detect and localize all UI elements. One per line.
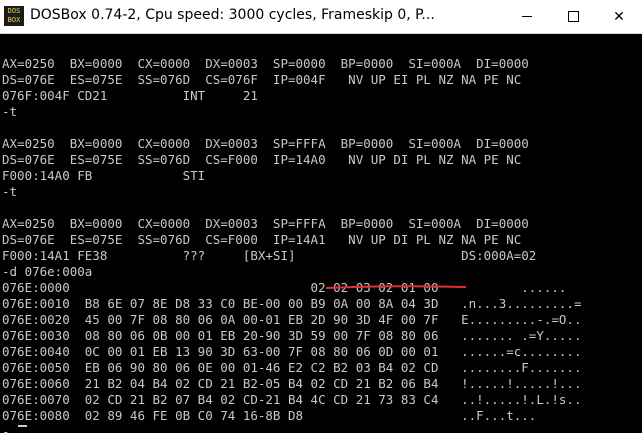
- console-line: 076E:0030 08 80 06 0B 00 01 EB 20-90 3D …: [2, 328, 582, 343]
- console-line: -: [2, 424, 10, 433]
- red-underline-annotation: [326, 285, 466, 289]
- console-line: 076E:0000 02 02 03 02 01 00 ......: [2, 280, 567, 295]
- console-line: 076E:0020 45 00 7F 08 80 06 0A 00-01 EB …: [2, 312, 582, 327]
- console-line: 076E:0010 B8 6E 07 8E D8 33 C0 BE-00 00 …: [2, 296, 582, 311]
- console-line: DS=076E ES=075E SS=076D CS=F000 IP=14A0 …: [2, 152, 522, 167]
- minimize-button[interactable]: [504, 0, 550, 33]
- maximize-button[interactable]: [550, 0, 596, 33]
- console-line: AX=0250 BX=0000 CX=0000 DX=0003 SP=0000 …: [2, 56, 529, 71]
- maximize-icon: [567, 11, 579, 22]
- console-line: -d 076e:000a: [2, 264, 93, 279]
- close-icon: ✕: [613, 8, 625, 25]
- console-line: 076E:0060 21 B2 04 B4 02 CD 21 B2-05 B4 …: [2, 376, 582, 391]
- window-title: DOSBox 0.74-2, Cpu speed: 3000 cycles, F…: [30, 7, 435, 23]
- title-bar[interactable]: DOS BOX DOSBox 0.74-2, Cpu speed: 3000 c…: [0, 0, 642, 34]
- console-line: 076F:004F CD21 INT 21: [2, 88, 258, 103]
- console-line: DS=076E ES=075E SS=076D CS=076F IP=004F …: [2, 72, 522, 87]
- console-line: -t: [2, 184, 18, 199]
- console-line: AX=0250 BX=0000 CX=0000 DX=0003 SP=FFFA …: [2, 216, 529, 231]
- dosbox-app-icon[interactable]: DOS BOX: [4, 6, 24, 26]
- console-line: AX=0250 BX=0000 CX=0000 DX=0003 SP=FFFA …: [2, 136, 529, 151]
- console-line: 076E:0040 0C 00 01 EB 13 90 3D 63-00 7F …: [2, 344, 582, 359]
- text-cursor: [18, 425, 27, 427]
- close-button[interactable]: ✕: [596, 0, 642, 33]
- console-line: 076E:0050 EB 06 90 80 06 0E 00 01-46 E2 …: [2, 360, 582, 375]
- dos-console-output[interactable]: AX=0250 BX=0000 CX=0000 DX=0003 SP=0000 …: [2, 40, 640, 433]
- console-line: DS=076E ES=075E SS=076D CS=F000 IP=14A1 …: [2, 232, 522, 247]
- console-line: 076E:0070 02 CD 21 B2 07 B4 02 CD-21 B4 …: [2, 392, 582, 407]
- console-line: -t: [2, 104, 18, 119]
- console-line: F000:14A0 FB STI: [2, 168, 206, 183]
- console-line: F000:14A1 FE38 ??? [BX+SI] DS:000A=02: [2, 248, 537, 263]
- console-line: 076E:0080 02 89 46 FE 0B C0 74 16-8B D8 …: [2, 408, 537, 423]
- minimize-icon: [522, 16, 532, 17]
